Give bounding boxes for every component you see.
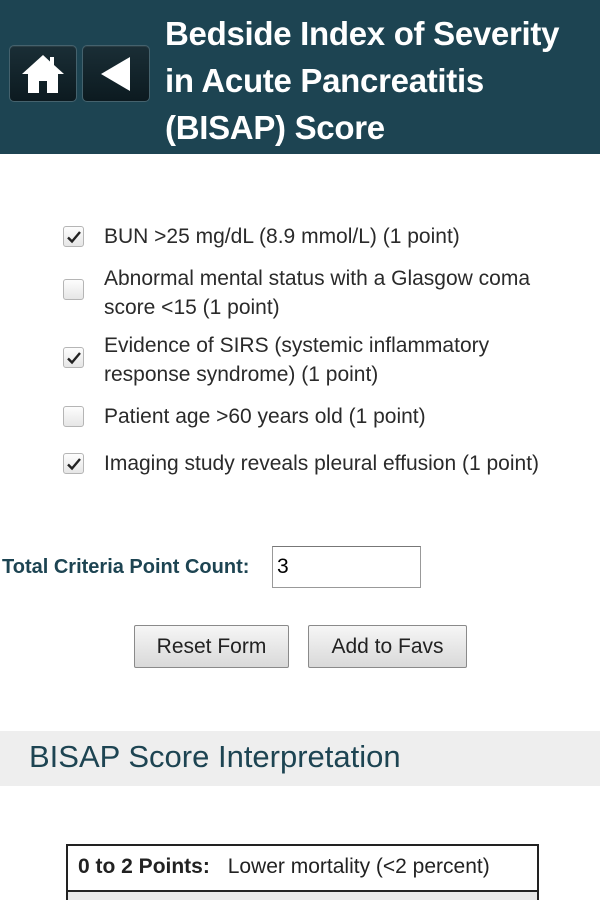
- back-button[interactable]: [82, 45, 150, 102]
- page-title-line: (BISAP) Score: [165, 109, 385, 146]
- interpretation-row: [68, 892, 537, 900]
- checkmark-icon: [67, 231, 81, 244]
- criterion-label: Patient age >60 years old (1 point): [104, 402, 594, 431]
- app-header: Bedside Index of Severity in Acute Pancr…: [0, 0, 600, 154]
- total-points-field[interactable]: [272, 546, 421, 588]
- checkmark-icon: [67, 352, 81, 365]
- criterion-label: Evidence of SIRS (systemic inflammatory …: [104, 331, 594, 389]
- criterion-label-line: score <15 (1 point): [104, 296, 280, 319]
- criterion-checkbox[interactable]: [63, 347, 84, 368]
- reset-form-button[interactable]: Reset Form: [134, 625, 289, 668]
- home-button[interactable]: [9, 45, 77, 102]
- interpretation-table: 0 to 2 Points: Lower mortality (<2 perce…: [66, 844, 539, 900]
- interpretation-points: 0 to 2 Points:: [78, 855, 210, 878]
- interpretation-text: Lower mortality (<2 percent): [227, 855, 490, 878]
- page-title: Bedside Index of Severity in Acute Pancr…: [165, 10, 597, 151]
- criterion-label-line: response syndrome) (1 point): [104, 363, 379, 386]
- section-title: BISAP Score Interpretation: [29, 739, 401, 774]
- criterion-checkbox[interactable]: [63, 226, 84, 247]
- page-title-line: Bedside Index of Severity: [165, 15, 560, 52]
- back-arrow-icon: [101, 56, 130, 91]
- criterion-label: BUN >25 mg/dL (8.9 mmol/L) (1 point): [104, 222, 594, 251]
- home-icon: [22, 54, 64, 93]
- criterion-label-line: Imaging study reveals pleural effusion (…: [104, 452, 540, 475]
- criterion-label: Abnormal mental status with a Glasgow co…: [104, 264, 594, 322]
- add-to-favs-button[interactable]: Add to Favs: [308, 625, 467, 668]
- page-title-line: in Acute Pancreatitis: [165, 62, 484, 99]
- criterion-label-line: BUN >25 mg/dL (8.9 mmol/L) (1 point): [104, 225, 460, 248]
- criterion-label-line: Abnormal mental status with a Glasgow co…: [104, 267, 531, 290]
- checkmark-icon: [67, 458, 81, 471]
- interpretation-section-header: BISAP Score Interpretation: [0, 731, 600, 786]
- criterion-label-line: Evidence of SIRS (systemic inflammatory: [104, 334, 490, 357]
- total-points-label: Total Criteria Point Count:: [2, 556, 250, 578]
- criterion-checkbox[interactable]: [63, 406, 84, 427]
- criterion-checkbox[interactable]: [63, 453, 84, 474]
- criterion-label: Imaging study reveals pleural effusion (…: [104, 449, 594, 478]
- criterion-checkbox[interactable]: [63, 279, 84, 300]
- criterion-label-line: Patient age >60 years old (1 point): [104, 405, 426, 428]
- interpretation-row: 0 to 2 Points: Lower mortality (<2 perce…: [68, 846, 537, 892]
